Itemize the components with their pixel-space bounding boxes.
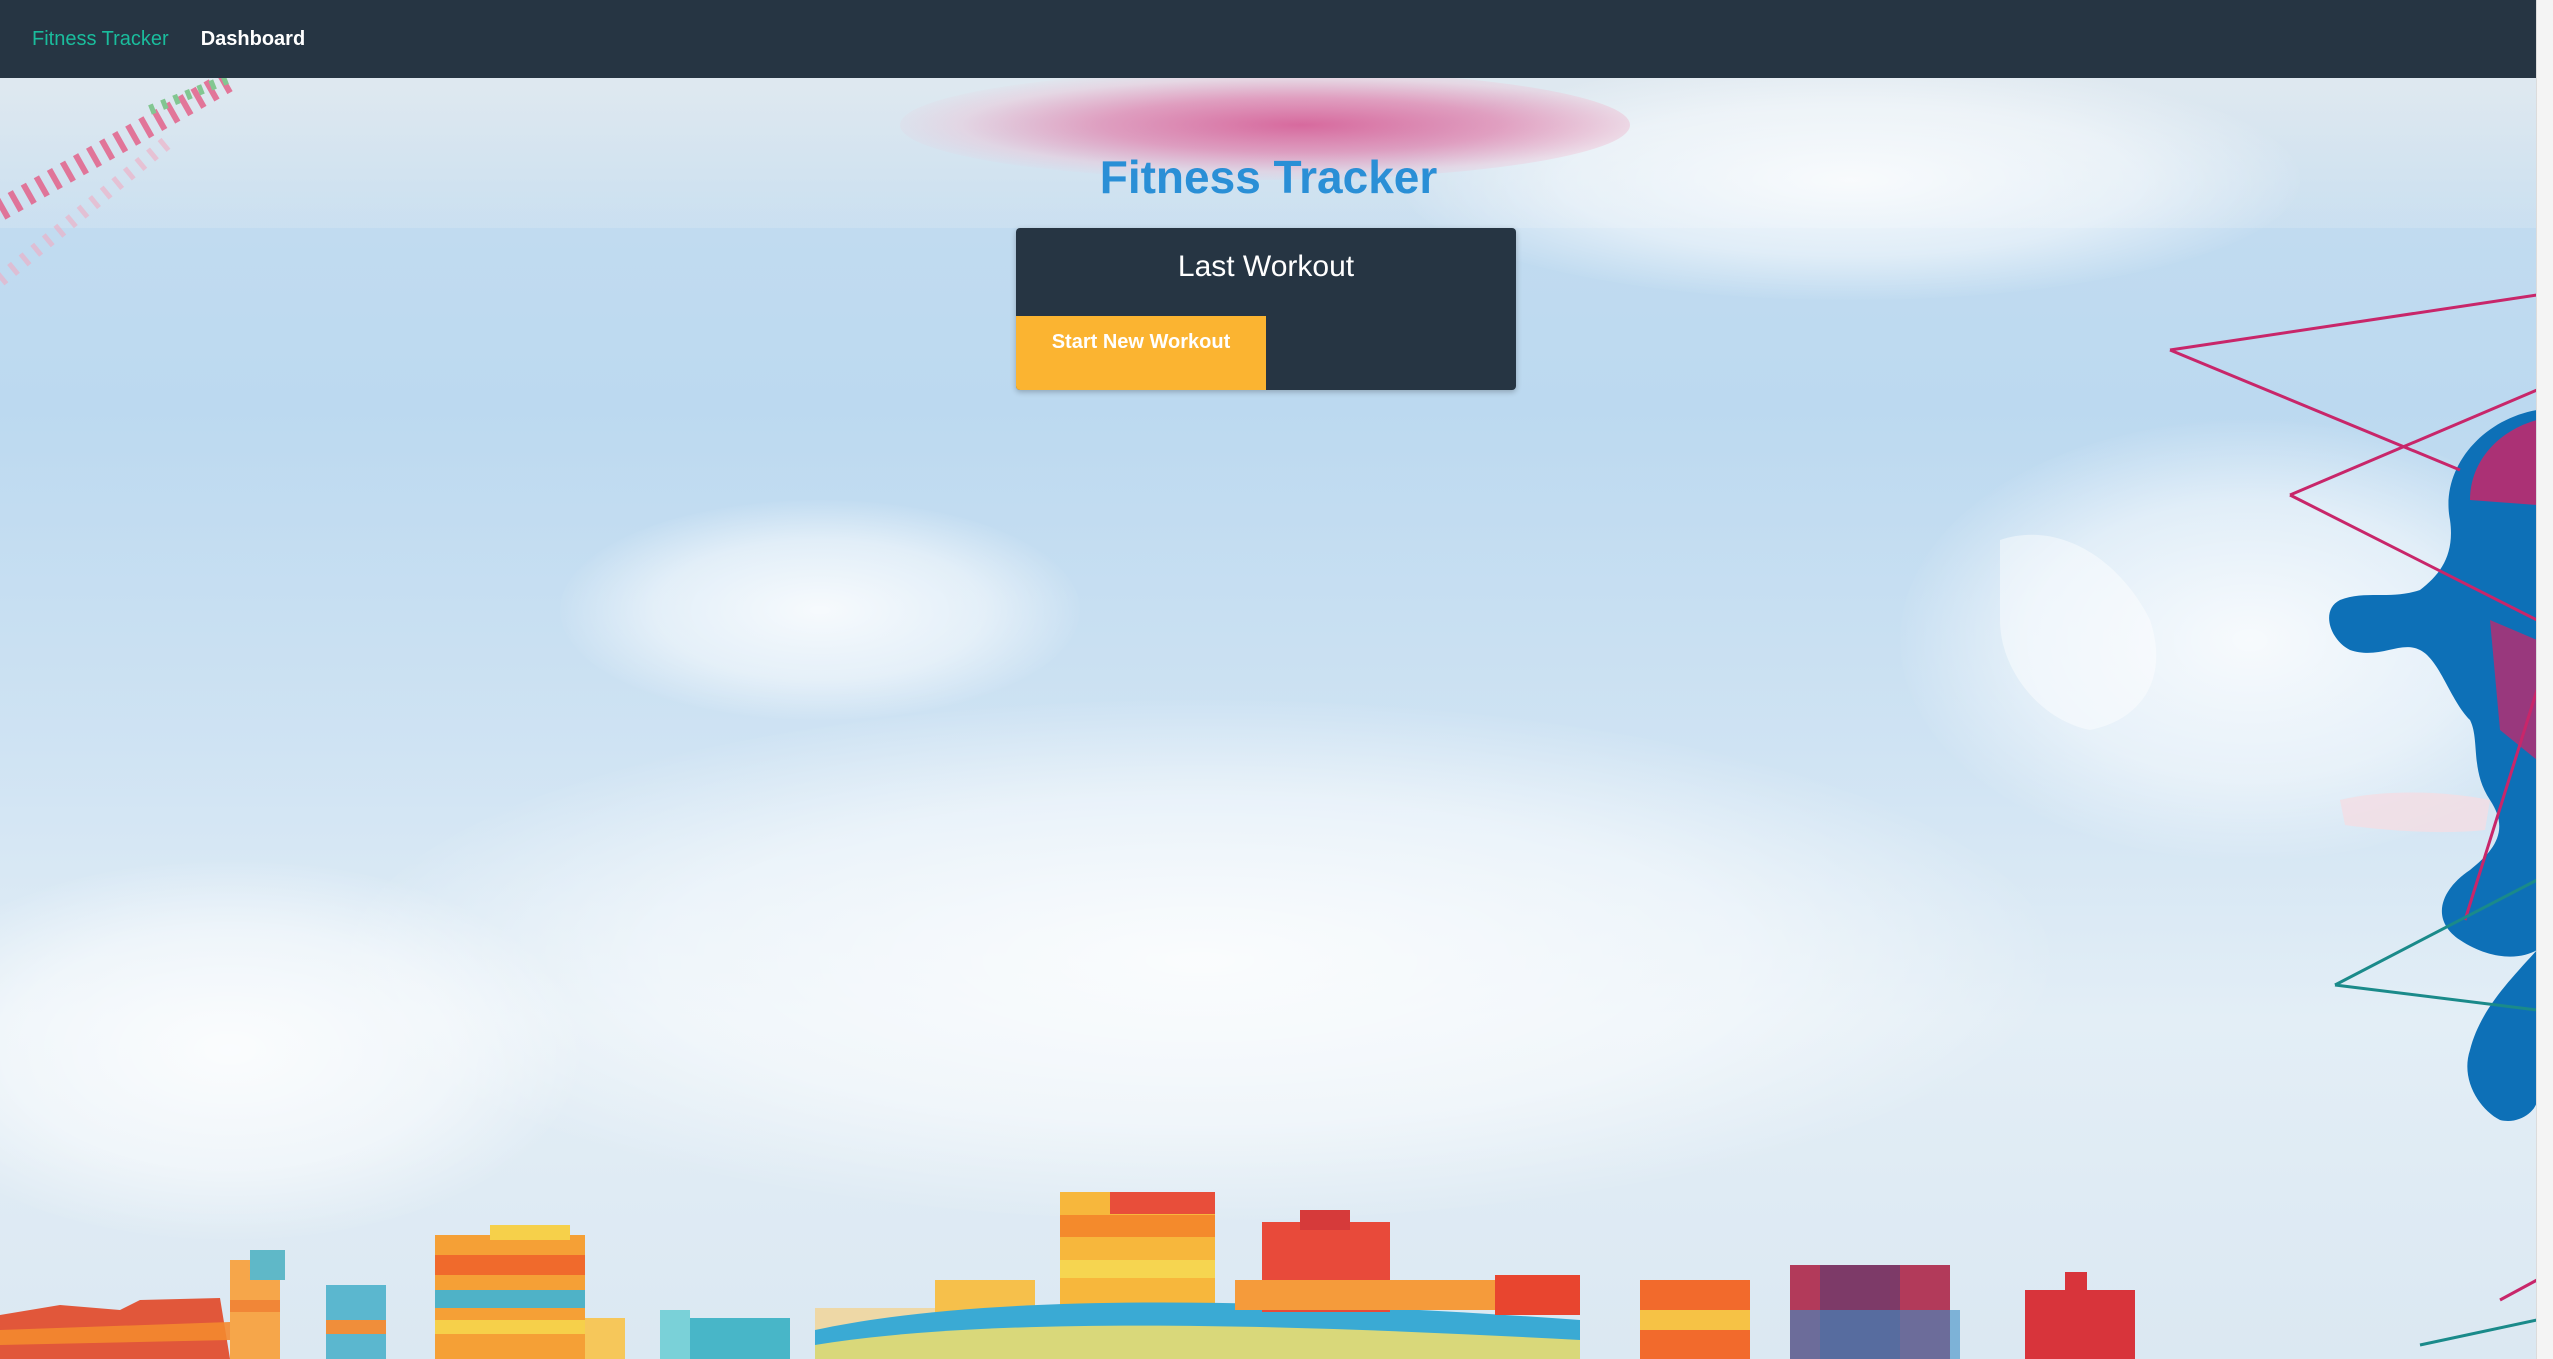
- city-skyline: [0, 1192, 2135, 1359]
- nav-link-dashboard[interactable]: Dashboard: [201, 28, 305, 51]
- top-navbar: Fitness Tracker Dashboard: [0, 0, 2537, 78]
- start-new-workout-button[interactable]: Start New Workout: [1016, 316, 1266, 390]
- window-scrollbar[interactable]: [2536, 0, 2553, 1359]
- navbar-brand-link[interactable]: Fitness Tracker: [32, 28, 169, 51]
- last-workout-card: Last Workout Start New Workout: [1016, 228, 1516, 390]
- runner-silhouette: [2000, 293, 2537, 1347]
- card-title: Last Workout: [1177, 250, 1355, 283]
- page-title: Fitness Tracker: [1099, 151, 1438, 203]
- page: Fitness Tracker Dashboard Fitness Tracke…: [0, 0, 2553, 1359]
